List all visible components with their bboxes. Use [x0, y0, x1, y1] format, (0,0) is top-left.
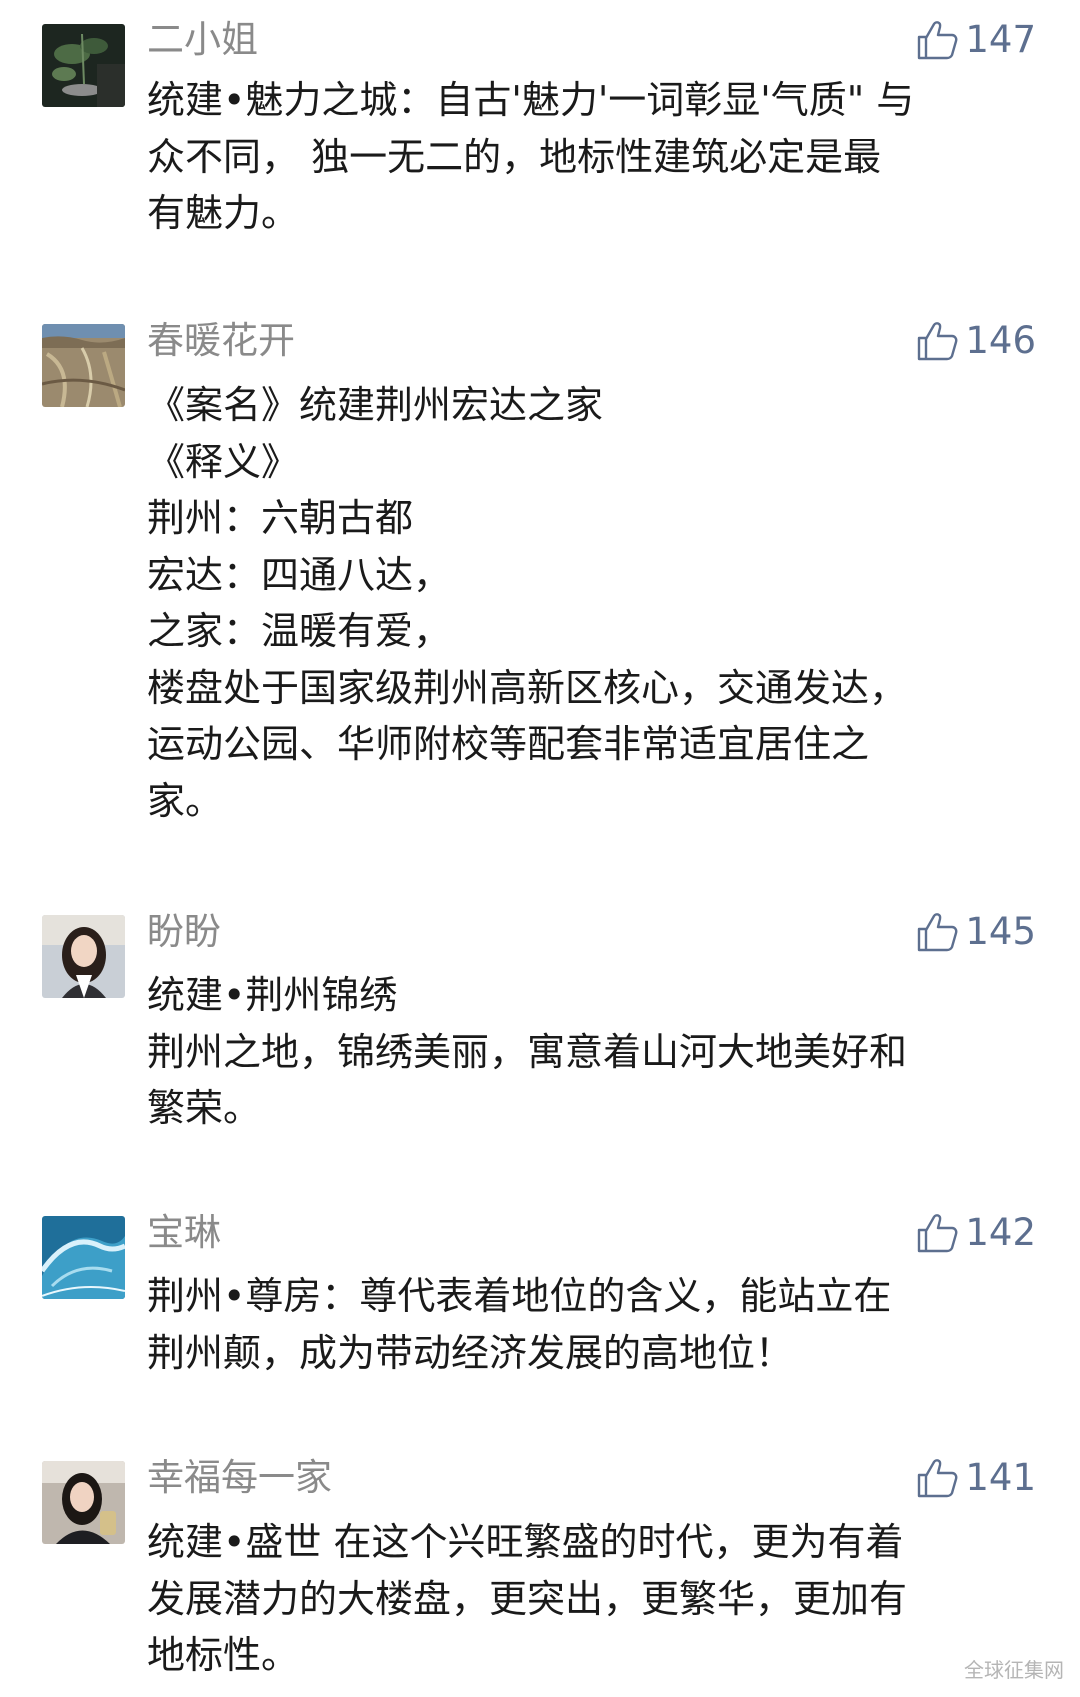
comment-line: 繁荣。 [147, 1086, 262, 1130]
like-count: 145 [965, 910, 1036, 953]
avatar-image [42, 24, 125, 107]
like-button[interactable]: 145 [915, 910, 1036, 954]
comment-line: 荆州颠，成为带动经济发展的高地位！ [147, 1330, 794, 1375]
like-count: 142 [965, 1211, 1036, 1254]
comment-line: 宏达：四通八达， [147, 552, 452, 597]
comment-line: 统建•盛世 在这个兴旺繁盛的时代，更为有着 [147, 1520, 904, 1564]
like-button[interactable]: 146 [915, 319, 1036, 363]
username[interactable]: 盼盼 [147, 910, 221, 954]
comment-text: 荆州•尊房：尊代表着地位的含义，能站立在 荆州颠，成为带动经济发展的高地位！ [147, 1268, 1037, 1381]
like-count: 141 [965, 1456, 1036, 1499]
comment-line: 地标性。 [147, 1633, 300, 1677]
comment-text: 《案名》统建荆州宏达之家 《释义》 荆州：六朝古都 宏达：四通八达， 之家：温暖… [147, 377, 1037, 829]
comment-text: 统建•荆州锦绣 荆州之地，锦绣美丽，寓意着山河大地美好和 繁荣。 [147, 967, 1037, 1137]
username[interactable]: 幸福每一家 [147, 1456, 332, 1500]
comment-line: 楼盘处于国家级荆州高新区核心，交通发达， [147, 665, 908, 710]
thumbs-up-icon [918, 1214, 958, 1253]
thumbs-up-icon [918, 322, 958, 361]
comment-line: 荆州•尊房：尊代表着地位的含义，能站立在 [147, 1274, 892, 1318]
comment-line: 发展潜力的大楼盘，更突出，更繁华，更加有 [147, 1576, 908, 1621]
dark-plant-photo-avatar[interactable] [42, 24, 125, 107]
like-button[interactable]: 142 [915, 1211, 1036, 1255]
username[interactable]: 二小姐 [147, 18, 258, 62]
woman-selfie-avatar[interactable] [42, 1461, 125, 1544]
comment-line: 《释义》 [147, 439, 300, 484]
comment-line: 之家：温暖有爱， [147, 609, 452, 653]
aerial-landscape-avatar[interactable] [42, 324, 125, 407]
comment-line: 运动公园、华师附校等配套非常适宜居住之 [147, 722, 870, 766]
username[interactable]: 春暖花开 [147, 319, 295, 363]
like-button[interactable]: 147 [915, 18, 1036, 62]
avatar-image [42, 1461, 125, 1544]
comment-text: 统建•盛世 在这个兴旺繁盛的时代，更为有着 发展潜力的大楼盘，更突出，更繁华，更… [147, 1514, 1037, 1684]
comment-line: 有魅力。 [147, 191, 300, 235]
woman-portrait-avatar[interactable] [42, 915, 125, 998]
comment-text: 统建•魅力之城：自古'魅力'一词彰显'气质" 与 众不同， 独一无二的，地标性建… [147, 72, 1037, 242]
watermark: 全球征集网 [964, 1658, 1064, 1682]
thumbs-up-icon [918, 21, 958, 60]
comment-line: 统建•荆州锦绣 [147, 973, 398, 1017]
like-button[interactable]: 141 [915, 1456, 1036, 1500]
comment-line: 统建•魅力之城：自古'魅力'一词彰显'气质" 与 [147, 78, 915, 122]
like-count: 146 [965, 319, 1036, 362]
comment-line: 家。 [147, 778, 224, 823]
comment-line: 荆州：六朝古都 [147, 496, 414, 540]
like-count: 147 [965, 18, 1036, 61]
comment-line: 《案名》统建荆州宏达之家 [147, 383, 604, 427]
avatar-image [42, 324, 125, 407]
avatar-image [42, 915, 125, 998]
username[interactable]: 宝琳 [147, 1211, 221, 1255]
ocean-wave-avatar[interactable] [42, 1216, 125, 1299]
thumbs-up-icon [918, 913, 958, 952]
comment-line: 荆州之地，锦绣美丽，寓意着山河大地美好和 [147, 1029, 908, 1074]
avatar-image [42, 1216, 125, 1299]
comment-line: 众不同， 独一无二的，地标性建筑必定是最 [147, 134, 882, 179]
thumbs-up-icon [918, 1459, 958, 1498]
